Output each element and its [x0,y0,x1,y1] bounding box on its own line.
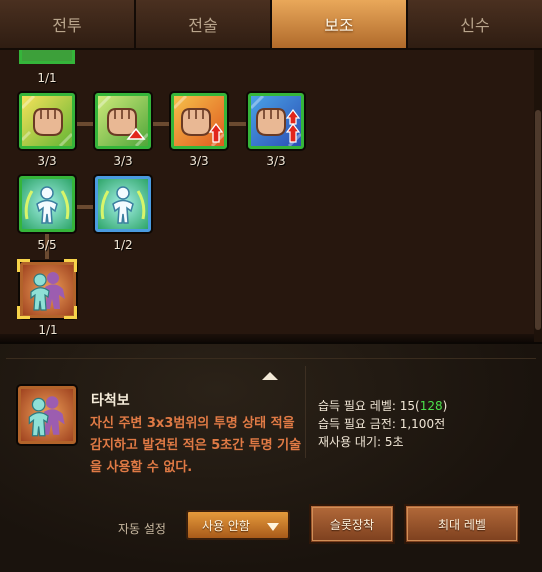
selected-frame [17,259,77,319]
required-gold: 습득 필요 금전: 1,100전 [318,417,446,431]
tree-connector [151,122,171,126]
stealth-figure-blue-icon [98,179,148,229]
skill-node-stealth[interactable] [19,176,75,232]
skill-level-label: 1/2 [113,238,133,252]
strike-stealth-icon [21,389,73,441]
skill-level-label: 3/3 [113,154,133,168]
max-level-button[interactable]: 최대 레벨 [404,504,520,544]
player-level-value: 128 [419,399,443,413]
tab-support[interactable]: 보조 [272,0,408,50]
tree-connector [75,122,95,126]
skill-description: 자신 주변 3x3범위의 투명 상태 적을 감지하고 발견된 적은 5초간 투명… [90,416,302,475]
skill-node-fist-double-up-arrow[interactable] [248,93,304,149]
tab-bar: 전투 전술 보조 신수 [0,0,542,50]
auto-setting-dropdown[interactable]: 사용 안함 [186,510,290,540]
detail-divider [305,366,306,458]
fist-icon [22,96,72,146]
tree-scrollbar-thumb[interactable] [535,110,541,330]
skill-node-fist-up-arrow[interactable] [171,93,227,149]
auto-setting-label: 자동 설정 [118,522,166,536]
skill-level-label: 3/3 [37,154,57,168]
tree-connector [75,205,95,209]
selected-skill-icon [18,386,76,444]
skill-level-label: 1/1 [37,71,57,85]
fist-double-up-arrow-icon [251,96,301,146]
auto-setting-value: 사용 안함 [202,518,250,533]
skill-level-label: 1/1 [38,323,58,337]
fist-up-arrow-icon [174,96,224,146]
tab-tactics[interactable]: 전술 [136,0,272,50]
slot-equip-button[interactable]: 슬롯장착 [309,504,395,544]
tab-divine-beast[interactable]: 신수 [408,0,542,50]
skill-level-label: 5/5 [37,238,57,252]
tree-connector [227,122,248,126]
skill-node-fist[interactable] [19,93,75,149]
skill-name: 타척보 [91,393,130,409]
required-level: 습득 필요 레벨: 15(128) [318,397,447,414]
dropdown-caret-icon [267,523,279,531]
fist-red-arrow-icon [98,96,148,146]
skill-node-partial[interactable] [19,50,75,64]
skill-level-label: 3/3 [266,154,286,168]
required-level-label: 습득 필요 레벨: 15( [318,399,420,413]
cooldown: 재사용 대기: 5초 [318,435,404,449]
tab-combat[interactable]: 전투 [0,0,136,50]
required-level-close: ) [442,399,448,413]
skill-node-stealth-blue[interactable] [95,176,151,232]
skill-level-label: 3/3 [189,154,209,168]
collapse-arrow-icon[interactable] [262,372,278,380]
skill-node-fist-red-arrow[interactable] [95,93,151,149]
stealth-figure-icon [22,179,72,229]
